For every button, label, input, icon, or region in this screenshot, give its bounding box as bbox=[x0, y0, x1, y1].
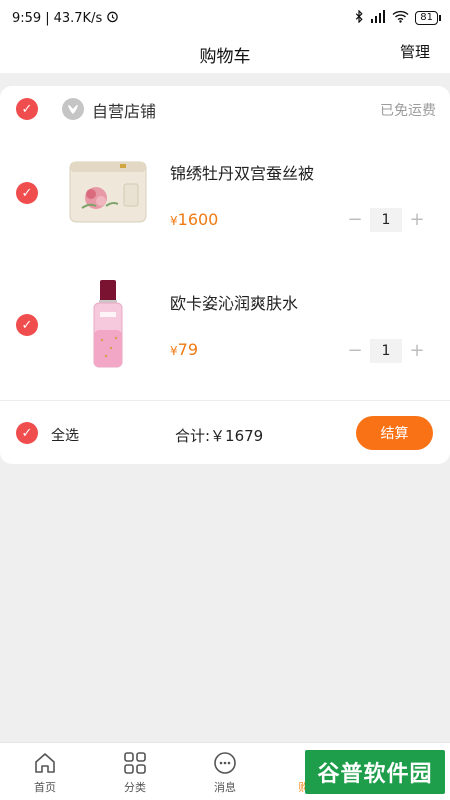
quantity-value[interactable]: 1 bbox=[370, 208, 402, 232]
product-price: ¥79 bbox=[170, 340, 198, 359]
signal-icon bbox=[370, 10, 386, 26]
decrease-button[interactable]: − bbox=[346, 209, 364, 231]
increase-button[interactable]: + bbox=[408, 209, 426, 231]
nav-bar: 购物车 管理 bbox=[0, 36, 450, 74]
status-time: 9:59 bbox=[12, 10, 42, 26]
product-name[interactable]: 锦绣牡丹双宫蚕丝被 bbox=[170, 160, 314, 184]
quantity-stepper: − 1 + bbox=[346, 339, 426, 363]
currency-symbol: ¥ bbox=[170, 344, 178, 358]
message-icon bbox=[214, 752, 236, 774]
checkmark-icon: ✓ bbox=[21, 317, 33, 333]
bluetooth-icon bbox=[354, 9, 364, 26]
tab-label: 消息 bbox=[214, 781, 236, 794]
price-value: 1600 bbox=[177, 210, 219, 229]
decrease-button[interactable]: − bbox=[346, 340, 364, 362]
select-all-checkbox[interactable]: ✓ bbox=[16, 422, 38, 444]
checkout-bar: ✓ 全选 合计:￥1679 结算 bbox=[0, 400, 450, 464]
grid-icon bbox=[124, 752, 146, 774]
cart-card: ✓ 自营店铺 已免运费 ✓ 锦绣牡丹双宫蚕丝被 ¥1600 − 1 + ✓ 欧卡… bbox=[0, 86, 450, 464]
checkmark-icon: ✓ bbox=[21, 185, 33, 201]
store-checkbox[interactable]: ✓ bbox=[16, 98, 38, 120]
product-image[interactable] bbox=[66, 280, 150, 368]
wifi-icon bbox=[392, 10, 409, 26]
total-price: 合计:￥1679 bbox=[175, 427, 264, 445]
home-icon bbox=[35, 753, 55, 773]
increase-button[interactable]: + bbox=[408, 340, 426, 362]
tab-home[interactable]: 首页 bbox=[0, 743, 90, 800]
item-checkbox[interactable]: ✓ bbox=[16, 182, 38, 204]
item-checkbox[interactable]: ✓ bbox=[16, 314, 38, 336]
status-net-speed: 43.7K/s bbox=[53, 10, 103, 26]
shipping-status: 已免运费 bbox=[380, 103, 436, 119]
select-all-label[interactable]: 全选 bbox=[51, 425, 79, 445]
store-name[interactable]: 自营店铺 bbox=[92, 98, 156, 122]
quantity-stepper: − 1 + bbox=[346, 208, 426, 232]
store-icon bbox=[62, 98, 84, 120]
tab-label: 首页 bbox=[34, 781, 56, 794]
checkout-button[interactable]: 结算 bbox=[356, 416, 433, 450]
status-separator: | bbox=[45, 10, 50, 26]
tab-label: 分类 bbox=[124, 781, 146, 794]
battery-indicator: 81 bbox=[415, 11, 441, 25]
tab-category[interactable]: 分类 bbox=[90, 743, 180, 800]
checkmark-icon: ✓ bbox=[21, 101, 33, 117]
alarm-icon bbox=[106, 10, 119, 27]
manage-button[interactable]: 管理 bbox=[400, 41, 430, 62]
status-bar: 9:59 | 43.7K/s 81 bbox=[0, 0, 450, 36]
page-title: 购物车 bbox=[199, 47, 251, 67]
price-value: 79 bbox=[177, 340, 198, 359]
product-name[interactable]: 欧卡姿沁润爽肤水 bbox=[170, 290, 298, 314]
quantity-value[interactable]: 1 bbox=[370, 339, 402, 363]
tab-messages[interactable]: 消息 bbox=[180, 743, 270, 800]
store-header: ✓ 自营店铺 已免运费 bbox=[0, 86, 450, 132]
product-price: ¥1600 bbox=[170, 210, 218, 229]
currency-symbol: ¥ bbox=[170, 214, 178, 228]
checkmark-icon: ✓ bbox=[21, 425, 33, 441]
cart-item[interactable]: ✓ 欧卡姿沁润爽肤水 ¥79 − 1 + bbox=[0, 262, 450, 392]
watermark-logo: 谷普软件园 bbox=[305, 750, 445, 794]
product-image[interactable] bbox=[66, 150, 150, 234]
watermark-text: 谷普软件园 bbox=[317, 762, 433, 787]
cart-item[interactable]: ✓ 锦绣牡丹双宫蚕丝被 ¥1600 − 1 + bbox=[0, 132, 450, 262]
